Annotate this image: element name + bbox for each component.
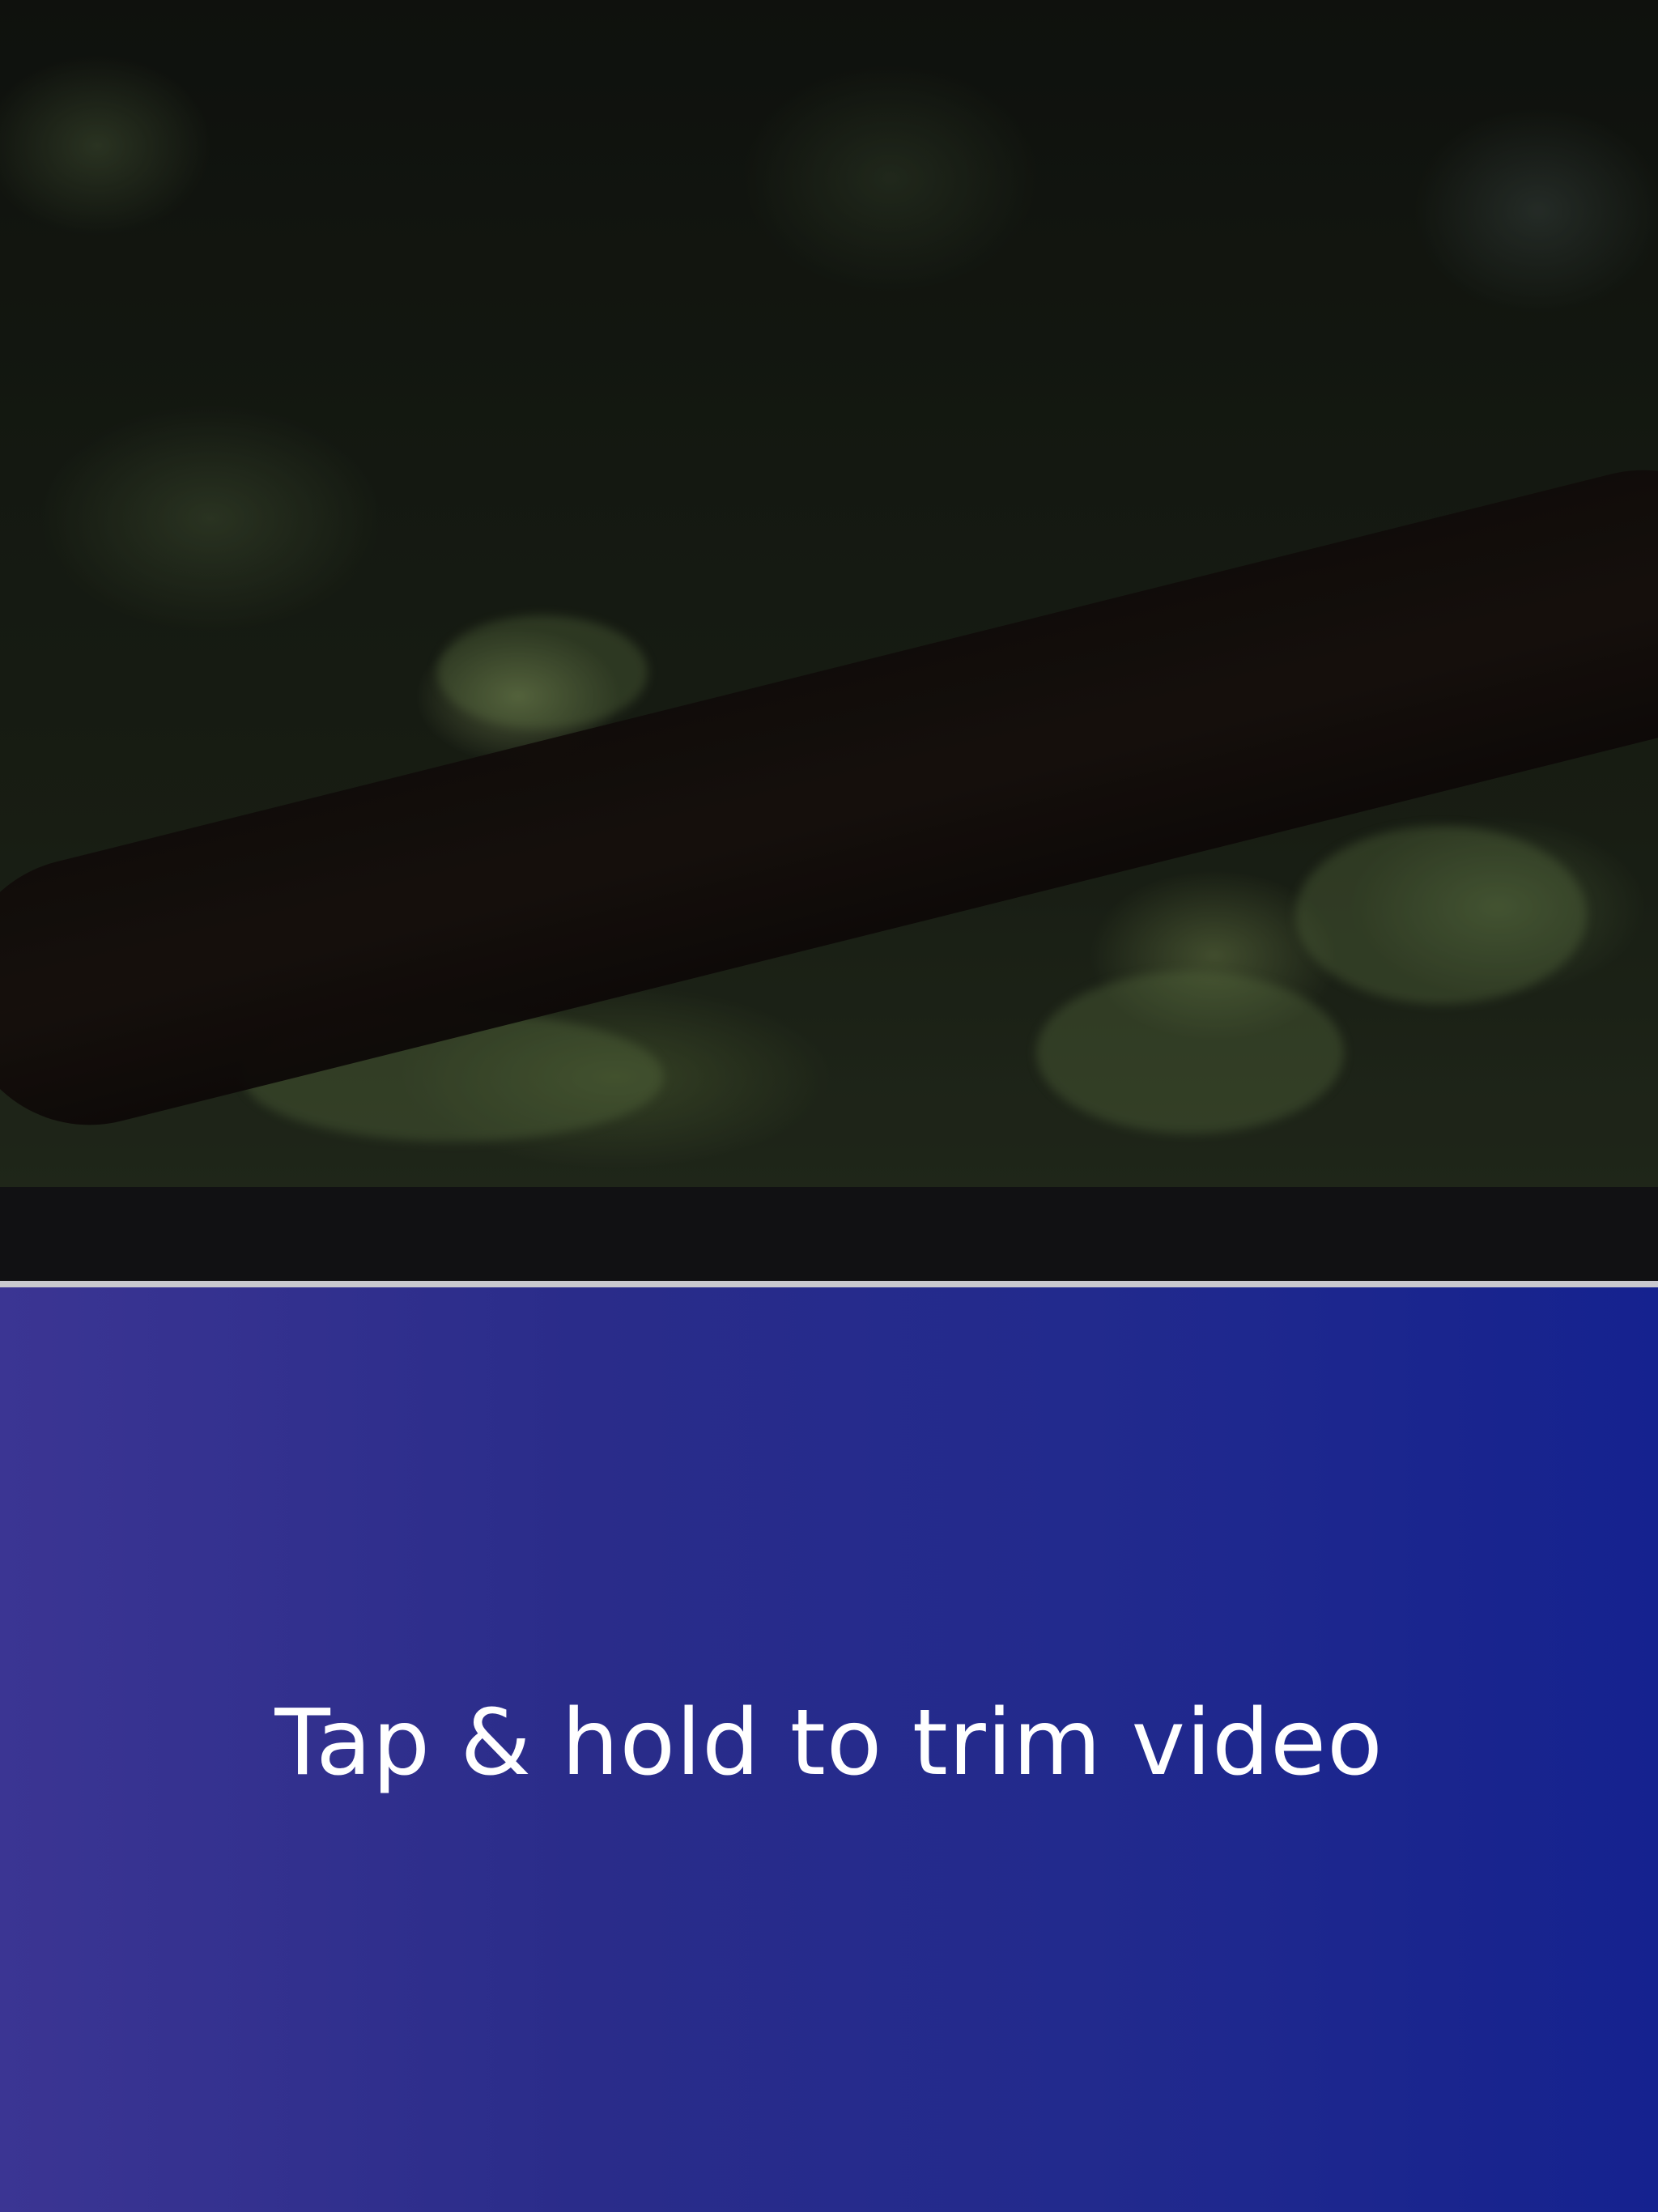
video-dim-overlay: [0, 0, 1658, 1187]
trim-hint-text: Tap & hold to trim video: [274, 1691, 1384, 1796]
timeline-bar[interactable]: [0, 1281, 1658, 1287]
trim-screen: Tap & hold to trim video: [0, 0, 1658, 2212]
video-preview[interactable]: [0, 0, 1658, 1187]
control-strip: [0, 1187, 1658, 1281]
